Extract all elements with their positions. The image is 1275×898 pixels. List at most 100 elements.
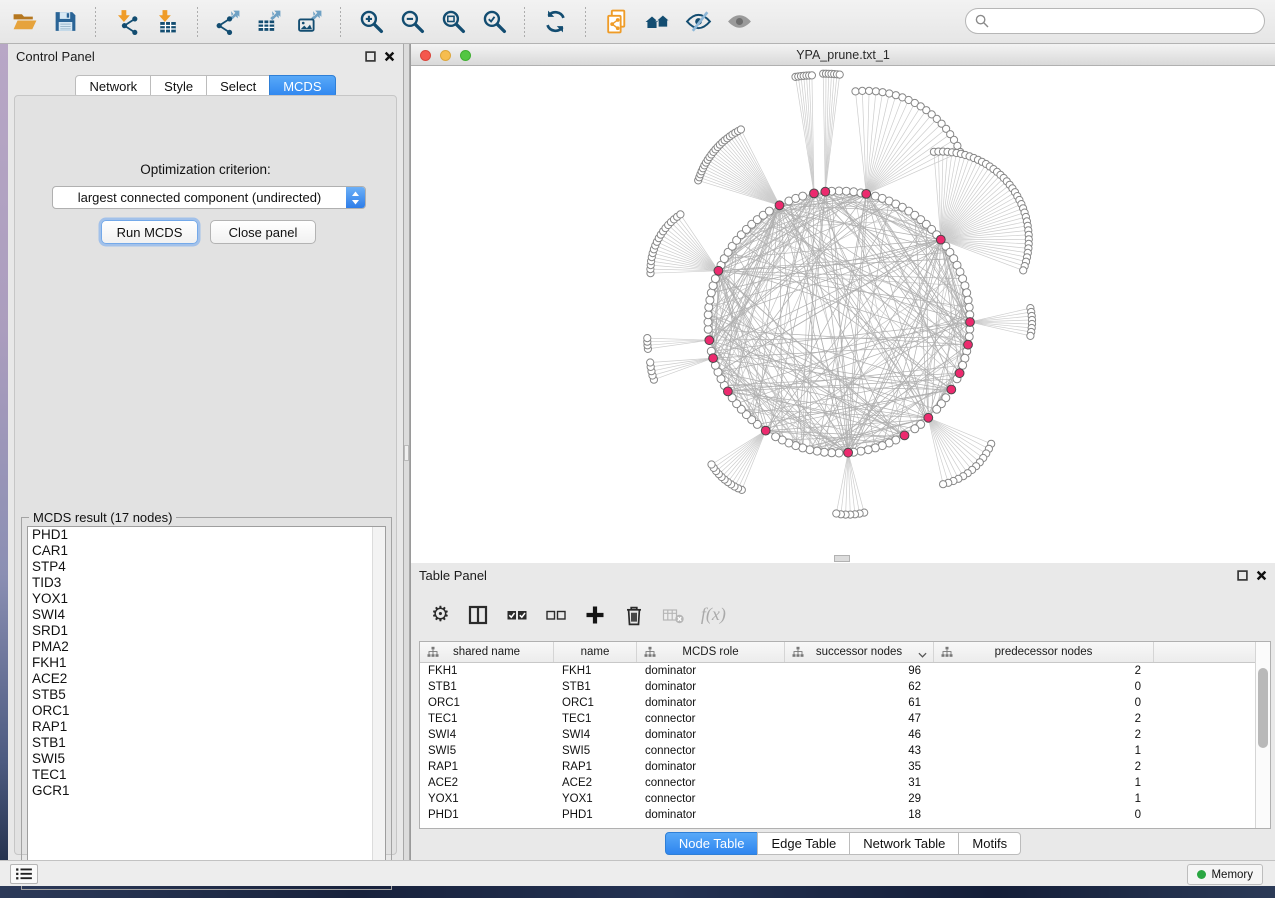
graph-node[interactable]: [820, 448, 828, 456]
table-cell[interactable]: 96: [785, 665, 934, 677]
mcds-result-item[interactable]: STB5: [28, 687, 385, 703]
zoom-in-button[interactable]: [355, 6, 387, 38]
mcds-result-item[interactable]: ACE2: [28, 671, 385, 687]
run-mcds-button[interactable]: Run MCDS: [101, 220, 198, 244]
table-cell[interactable]: 43: [785, 745, 934, 757]
table-cell[interactable]: connector: [637, 713, 785, 725]
table-cell[interactable]: 31: [785, 777, 934, 789]
tab-node-table[interactable]: Node Table: [665, 832, 759, 855]
mcds-result-item[interactable]: FKH1: [28, 655, 385, 671]
table-cell[interactable]: PHD1: [420, 809, 554, 821]
column-header-shared-name[interactable]: shared name: [420, 642, 554, 662]
graph-leaf-node[interactable]: [644, 335, 651, 342]
table-cell[interactable]: 1: [934, 745, 1154, 757]
table-cell[interactable]: dominator: [637, 697, 785, 709]
table-cell[interactable]: 2: [934, 761, 1154, 773]
table-cell[interactable]: dominator: [637, 665, 785, 677]
graph-leaf-node[interactable]: [677, 211, 684, 218]
export-table-button[interactable]: [253, 6, 285, 38]
network-canvas[interactable]: [411, 66, 1275, 563]
export-network-button[interactable]: [212, 6, 244, 38]
search-input[interactable]: [994, 14, 1264, 29]
open-folder-button[interactable]: [8, 6, 40, 38]
table-cell[interactable]: 1: [934, 777, 1154, 789]
duplicate-network-button[interactable]: [600, 6, 632, 38]
float-panel-icon[interactable]: [365, 51, 376, 62]
graph-leaf-node[interactable]: [872, 88, 879, 95]
graph-node[interactable]: [704, 325, 712, 333]
columns-button[interactable]: [467, 602, 489, 628]
import-table-button[interactable]: [151, 6, 183, 38]
table-cell[interactable]: 2: [934, 713, 1154, 725]
table-row[interactable]: FKH1FKH1dominator962: [420, 663, 1255, 679]
table-cell[interactable]: 61: [785, 697, 934, 709]
mcds-result-list[interactable]: PHD1CAR1STP4TID3YOX1SWI4SRD1PMA2FKH1ACE2…: [27, 526, 386, 884]
graph-node[interactable]: [704, 318, 712, 326]
graph-leaf-node[interactable]: [940, 481, 947, 488]
graph-node[interactable]: [706, 296, 714, 304]
graph-node[interactable]: [799, 192, 807, 200]
graph-node[interactable]: [711, 275, 719, 283]
select-all-button[interactable]: [506, 602, 528, 628]
table-cell[interactable]: 62: [785, 681, 934, 693]
graph-node[interactable]: [963, 289, 971, 297]
trash-button[interactable]: [623, 602, 645, 628]
mcds-hub-node[interactable]: [709, 354, 718, 363]
table-cell[interactable]: 0: [934, 681, 1154, 693]
mcds-result-item[interactable]: STP4: [28, 559, 385, 575]
table-cell[interactable]: YOX1: [420, 793, 554, 805]
table-cell[interactable]: TEC1: [420, 713, 554, 725]
graph-node[interactable]: [965, 333, 973, 341]
mcds-hub-node[interactable]: [761, 426, 770, 435]
graph-node[interactable]: [835, 187, 843, 195]
table-row[interactable]: RAP1RAP1dominator352: [420, 759, 1255, 775]
tab-motifs[interactable]: Motifs: [958, 832, 1021, 855]
table-row[interactable]: SWI4SWI4dominator462: [420, 727, 1255, 743]
vertical-splitter[interactable]: [403, 44, 410, 860]
table-row[interactable]: STB1STB1dominator620: [420, 679, 1255, 695]
mcds-hub-node[interactable]: [862, 190, 871, 199]
graph-leaf-node[interactable]: [833, 510, 840, 517]
mcds-hub-node[interactable]: [844, 448, 853, 457]
graph-node[interactable]: [850, 188, 858, 196]
table-cell[interactable]: SWI5: [420, 745, 554, 757]
table-cell[interactable]: 0: [934, 697, 1154, 709]
import-network-button[interactable]: [110, 6, 142, 38]
gear-button[interactable]: ⚙: [431, 602, 450, 628]
graph-node[interactable]: [933, 405, 941, 413]
table-cell[interactable]: 1: [934, 793, 1154, 805]
column-header-MCDS-role[interactable]: MCDS role: [637, 642, 785, 662]
table-cell[interactable]: 46: [785, 729, 934, 741]
export-image-button[interactable]: [294, 6, 326, 38]
graph-node[interactable]: [864, 446, 872, 454]
table-cell[interactable]: connector: [637, 793, 785, 805]
table-cell[interactable]: dominator: [637, 729, 785, 741]
mcds-result-item[interactable]: SWI4: [28, 607, 385, 623]
column-header-name[interactable]: name: [554, 642, 637, 662]
table-cell[interactable]: dominator: [637, 761, 785, 773]
graph-leaf-node[interactable]: [808, 72, 815, 79]
first-neighbors-button[interactable]: [641, 6, 673, 38]
mcds-hub-node[interactable]: [955, 369, 964, 378]
table-cell[interactable]: 2: [934, 665, 1154, 677]
graph-node[interactable]: [813, 447, 821, 455]
float-panel-icon[interactable]: [1237, 570, 1248, 581]
table-row[interactable]: ACE2ACE2connector311: [420, 775, 1255, 791]
search-box[interactable]: [965, 8, 1265, 34]
graph-node[interactable]: [959, 361, 967, 369]
network-window-titlebar[interactable]: YPA_prune.txt_1: [411, 44, 1275, 66]
save-button[interactable]: [49, 6, 81, 38]
table-cell[interactable]: SWI5: [554, 745, 637, 757]
tab-edge-table[interactable]: Edge Table: [757, 832, 850, 855]
table-cell[interactable]: YOX1: [554, 793, 637, 805]
mcds-hub-node[interactable]: [705, 336, 714, 345]
graph-node[interactable]: [704, 311, 712, 319]
table-scrollbar[interactable]: [1255, 642, 1270, 828]
graph-node[interactable]: [842, 187, 850, 195]
zoom-selected-button[interactable]: [478, 6, 510, 38]
graph-leaf-node[interactable]: [879, 89, 886, 96]
zoom-out-button[interactable]: [396, 6, 428, 38]
mcds-hub-node[interactable]: [900, 431, 909, 440]
column-header-predecessor-nodes[interactable]: predecessor nodes: [934, 642, 1154, 662]
zoom-fit-button[interactable]: [437, 6, 469, 38]
